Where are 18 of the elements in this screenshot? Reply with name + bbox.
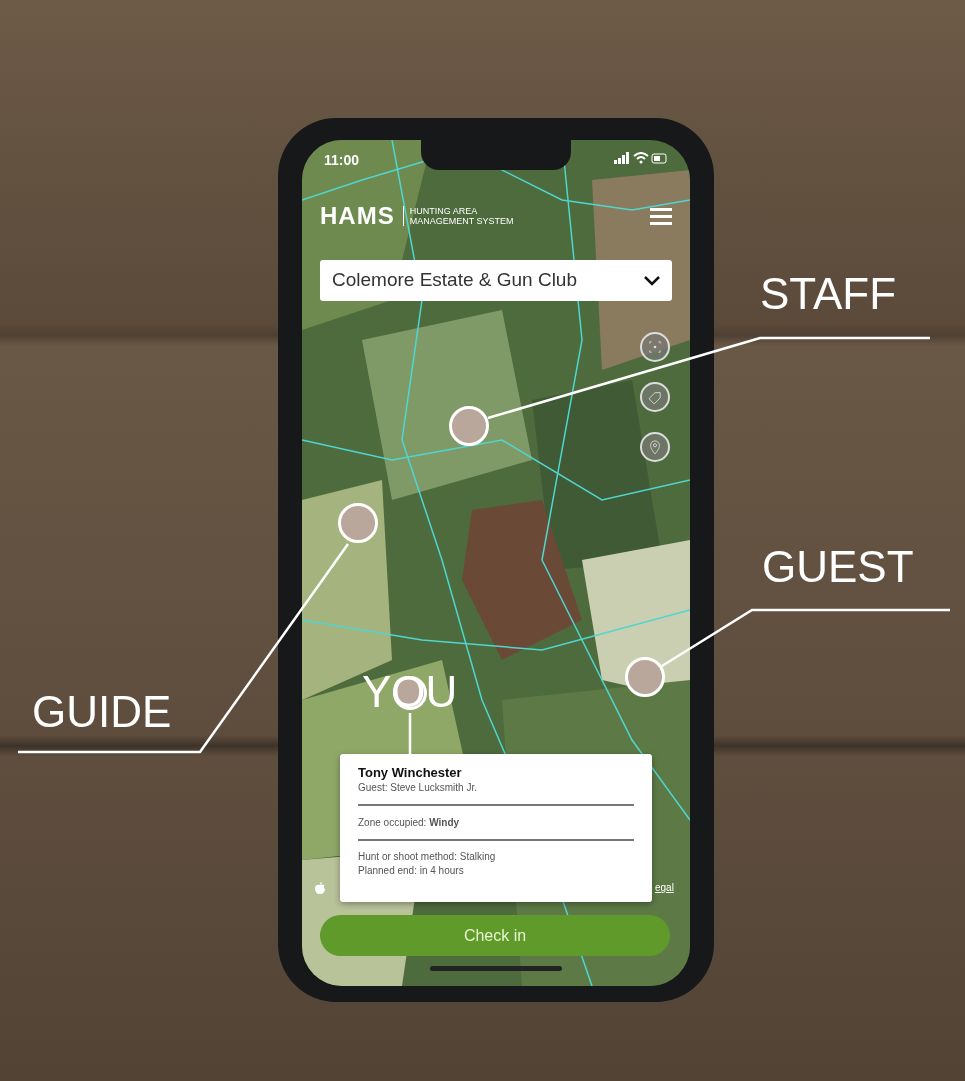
callout-label: STAFF [760, 272, 897, 316]
hunter-name: Tony Winchester [358, 766, 463, 781]
app-tagline: HUNTING AREA MANAGEMENT SYSTEM [402, 205, 514, 227]
zone-text: Zone occupied: Windy [358, 816, 461, 831]
legal-link[interactable]: egal [655, 880, 674, 895]
callout-label: GUIDE [32, 690, 172, 734]
chevron-down-icon [644, 275, 660, 286]
menu-icon[interactable] [650, 207, 672, 225]
app-logo: HAMS [320, 201, 395, 231]
detail-text: Hunt or shoot method: Stalking [358, 850, 497, 864]
apple-logo-icon [315, 882, 325, 894]
callout-label: GUEST [762, 545, 914, 589]
status-time: 11:00 [324, 151, 360, 170]
estate-dropdown[interactable]: Colemore Estate & Gun Club [320, 260, 672, 301]
status-icons [614, 152, 668, 164]
detail-text: Planned end: in 4 hours [358, 863, 465, 878]
check-in-button[interactable]: Check in [320, 915, 670, 956]
guest-name: Guest: Steve Lucksmith Jr. [358, 781, 478, 796]
